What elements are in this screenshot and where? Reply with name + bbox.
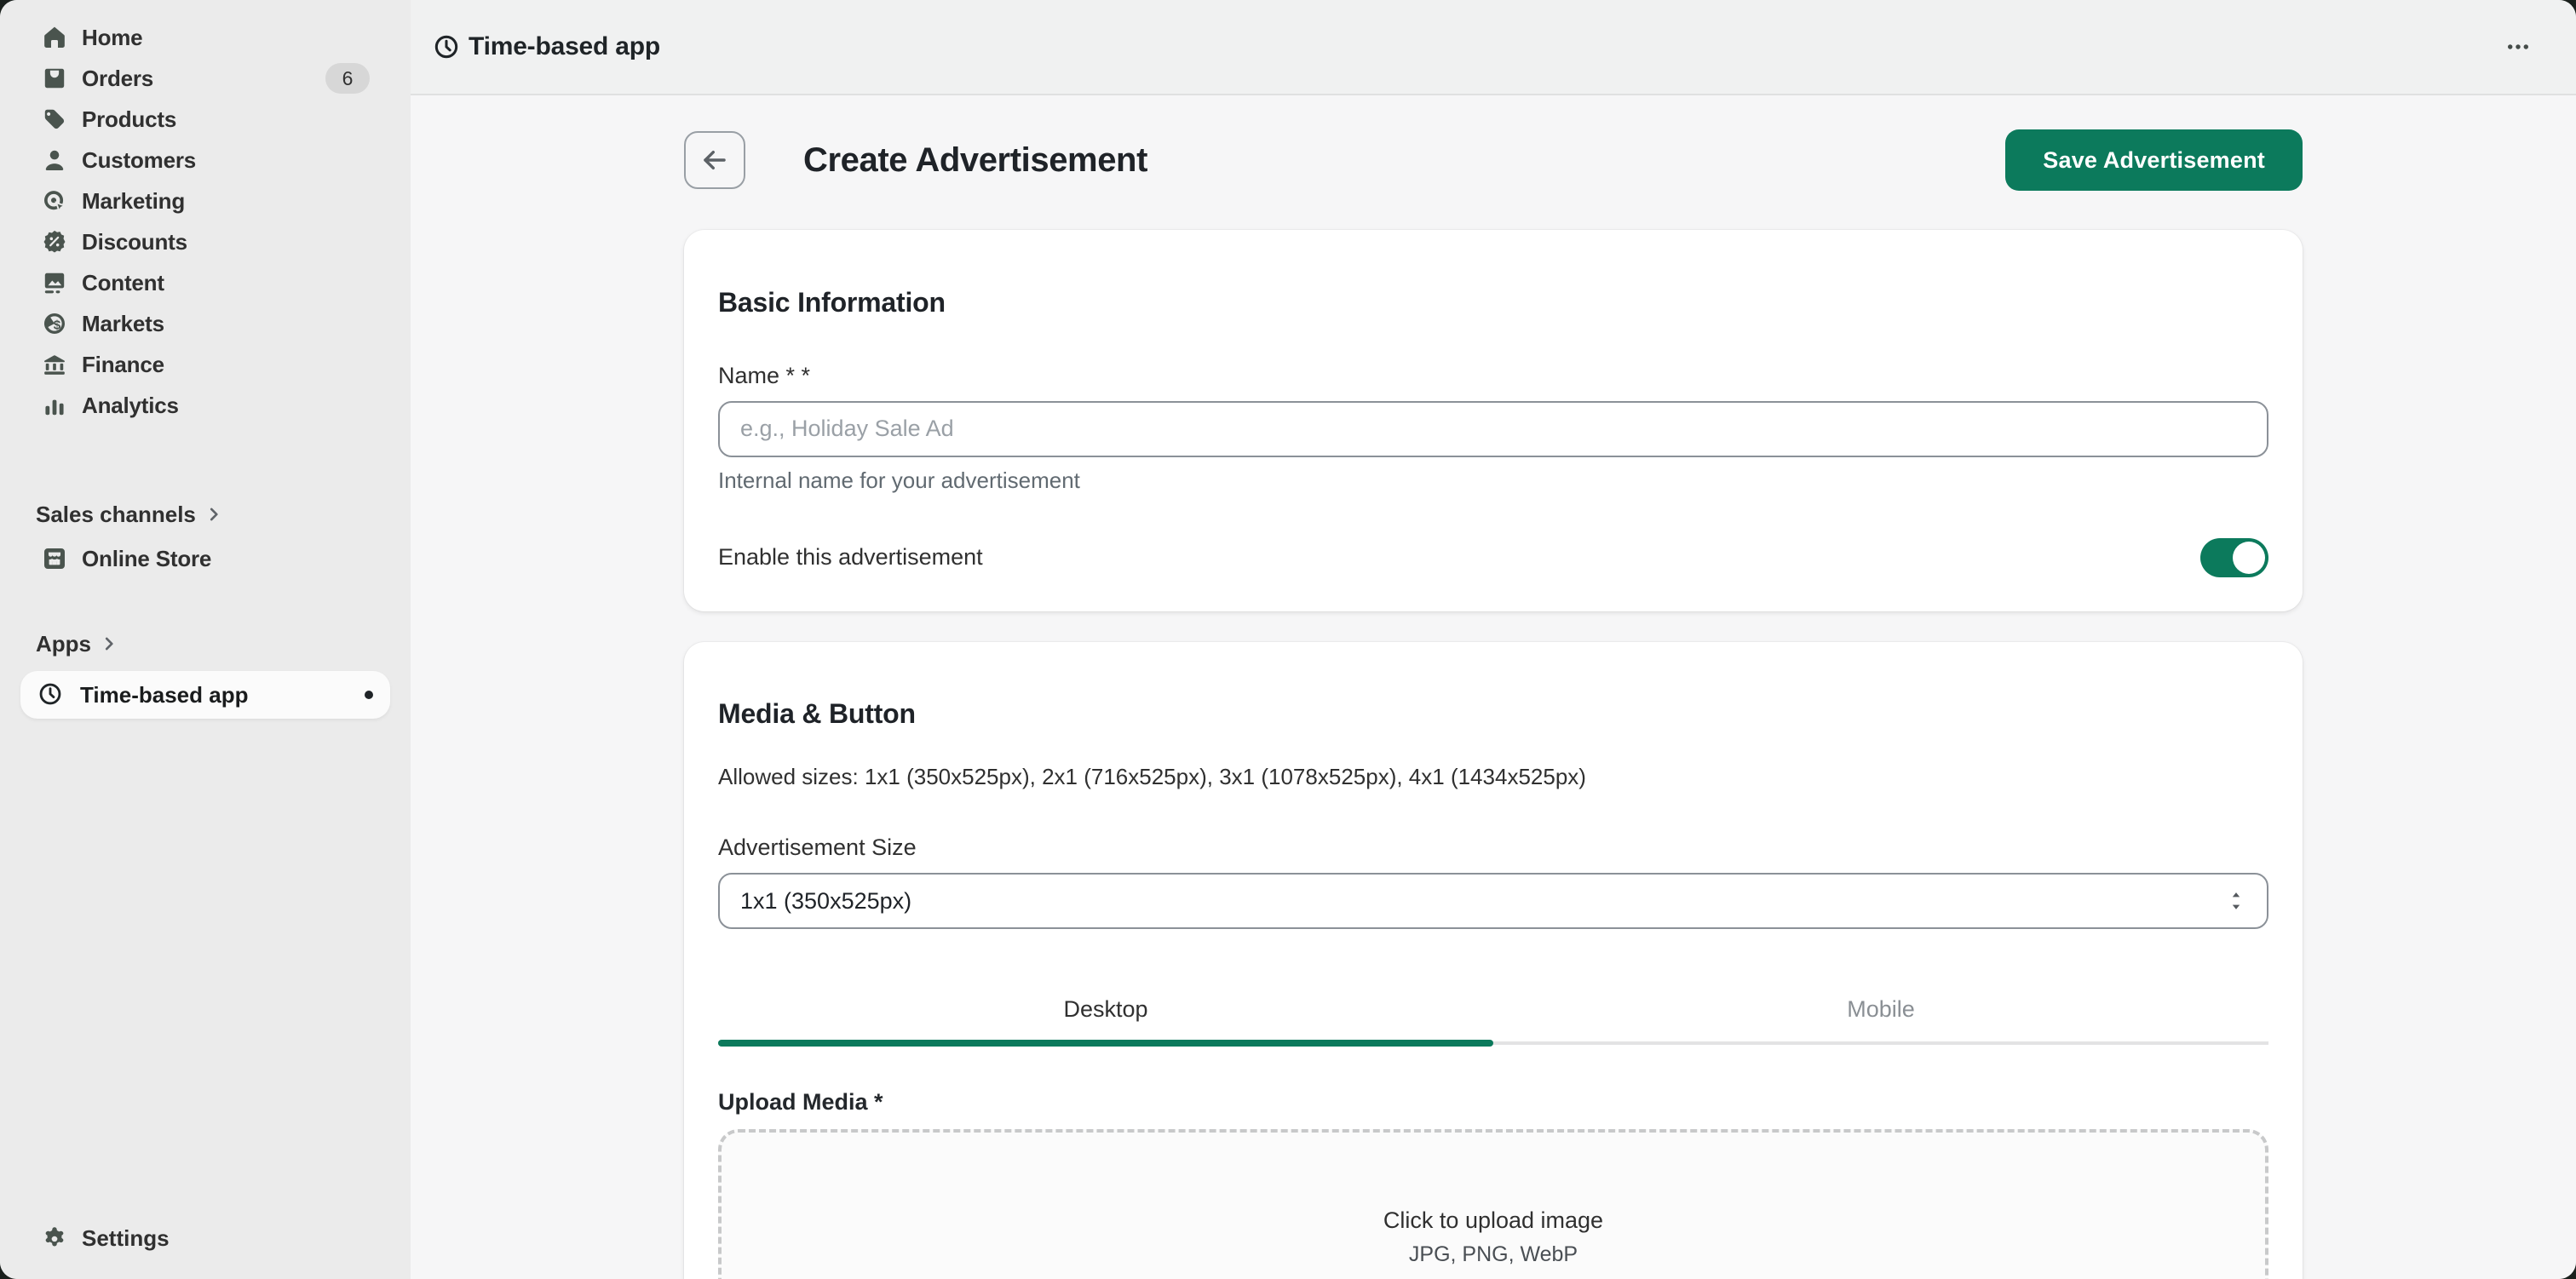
page-header: Create Advertisement Save Advertisement — [684, 131, 2303, 189]
page-title: Create Advertisement — [803, 141, 1147, 180]
sidebar-item-online-store[interactable]: Online Store — [20, 538, 390, 579]
sales-channels-label: Sales channels — [36, 502, 196, 528]
advertisement-size-select[interactable]: 1x1 (350x525px) — [718, 873, 2268, 929]
notification-dot — [365, 691, 373, 699]
basic-information-card: Basic Information Name * * Internal name… — [684, 230, 2303, 611]
more-actions-button[interactable] — [2498, 26, 2539, 67]
tab-mobile[interactable]: Mobile — [1493, 977, 2268, 1041]
enable-toggle-label: Enable this advertisement — [718, 544, 983, 571]
media-button-card: Media & Button Allowed sizes: 1x1 (350x5… — [684, 642, 2303, 1279]
sidebar-item-label: Analytics — [82, 393, 179, 419]
sidebar-item-finance[interactable]: Finance — [20, 344, 390, 385]
horizontal-dots-icon — [2504, 33, 2532, 60]
tag-icon — [41, 106, 68, 133]
sidebar-item-label: Customers — [82, 147, 196, 174]
sidebar-item-label: Home — [82, 25, 142, 51]
sidebar-spacer — [0, 719, 411, 1214]
name-help-text: Internal name for your advertisement — [718, 467, 2268, 494]
advertisement-size-value: 1x1 (350x525px) — [740, 888, 911, 915]
enable-toggle[interactable] — [2200, 538, 2268, 577]
sidebar-item-markets[interactable]: $ Markets — [20, 303, 390, 344]
sidebar-item-content[interactable]: Content — [20, 262, 390, 303]
tab-desktop-label: Desktop — [1063, 996, 1147, 1023]
apps-header[interactable]: Apps — [20, 623, 390, 664]
sidebar-item-label: Marketing — [82, 188, 185, 215]
sidebar-item-customers[interactable]: Customers — [20, 140, 390, 181]
back-button[interactable] — [684, 131, 745, 189]
media-button-heading: Media & Button — [718, 698, 2268, 730]
target-cursor-icon — [41, 187, 68, 215]
apps-label: Apps — [36, 631, 91, 657]
sidebar-item-marketing[interactable]: Marketing — [20, 181, 390, 221]
app-topbar: Time-based app — [411, 0, 2576, 95]
save-advertisement-button[interactable]: Save Advertisement — [2005, 129, 2303, 191]
globe-dollar-icon: $ — [41, 310, 68, 337]
tab-desktop[interactable]: Desktop — [718, 977, 1493, 1041]
sidebar-item-settings[interactable]: Settings — [20, 1214, 390, 1262]
clock-icon — [37, 681, 65, 708]
sidebar-item-label: Products — [82, 106, 176, 133]
preview-tabs: Desktop Mobile — [718, 977, 2268, 1045]
discount-seal-icon — [41, 228, 68, 255]
allowed-sizes-text: Allowed sizes: 1x1 (350x525px), 2x1 (716… — [718, 764, 2268, 790]
sidebar-item-label: Markets — [82, 311, 164, 337]
enable-toggle-row: Enable this advertisement — [718, 538, 2268, 577]
sidebar-item-label: Time-based app — [80, 682, 248, 708]
sidebar-item-products[interactable]: Products — [20, 99, 390, 140]
app-surface: Home Orders 6 Products Customers M — [0, 0, 2576, 1279]
sidebar-item-analytics[interactable]: Analytics — [20, 385, 390, 426]
sidebar-item-discounts[interactable]: Discounts — [20, 221, 390, 262]
clock-icon — [433, 33, 460, 60]
svg-text:$: $ — [54, 318, 61, 333]
tab-mobile-label: Mobile — [1847, 996, 1915, 1023]
sales-channels-header[interactable]: Sales channels — [20, 494, 390, 535]
select-spinner-icon — [2226, 889, 2246, 913]
orders-count-badge: 6 — [325, 63, 370, 94]
name-input[interactable] — [718, 401, 2268, 457]
sidebar-item-time-based-app[interactable]: Time-based app — [20, 671, 390, 719]
sidebar-item-label: Orders — [82, 66, 153, 92]
bar-chart-icon — [41, 392, 68, 419]
arrow-left-icon — [700, 146, 729, 175]
upload-formats: JPG, PNG, WebP — [1409, 1242, 1578, 1267]
app-title: Time-based app — [469, 32, 660, 61]
sidebar-item-orders[interactable]: Orders 6 — [20, 58, 390, 99]
upload-instruction: Click to upload image — [1383, 1207, 1603, 1234]
gear-icon — [41, 1225, 68, 1252]
toggle-knob — [2233, 542, 2265, 574]
chevron-right-icon — [204, 505, 223, 524]
bank-icon — [41, 351, 68, 378]
image-icon — [41, 269, 68, 296]
sidebar: Home Orders 6 Products Customers M — [0, 0, 411, 1279]
name-field-label: Name * * — [718, 363, 2268, 389]
sidebar-item-label: Content — [82, 270, 164, 296]
page-content: Create Advertisement Save Advertisement … — [411, 95, 2576, 1279]
home-icon — [41, 24, 68, 51]
storefront-icon — [41, 545, 68, 572]
upload-media-label: Upload Media * — [718, 1089, 2268, 1116]
sidebar-item-label: Online Store — [82, 546, 211, 572]
basic-information-heading: Basic Information — [718, 287, 2268, 318]
chevron-right-icon — [100, 634, 118, 653]
sidebar-item-home[interactable]: Home — [20, 17, 390, 58]
sidebar-item-label: Discounts — [82, 229, 187, 255]
main-area: Time-based app Create Advertisement Save… — [411, 0, 2576, 1279]
advertisement-size-label: Advertisement Size — [718, 835, 2268, 861]
sidebar-item-label: Finance — [82, 352, 164, 378]
upload-dropzone[interactable]: Click to upload image JPG, PNG, WebP — [718, 1129, 2268, 1279]
sidebar-item-label: Settings — [82, 1225, 170, 1252]
person-icon — [41, 146, 68, 174]
active-tab-underline — [718, 1040, 1493, 1047]
orders-icon — [41, 65, 68, 92]
